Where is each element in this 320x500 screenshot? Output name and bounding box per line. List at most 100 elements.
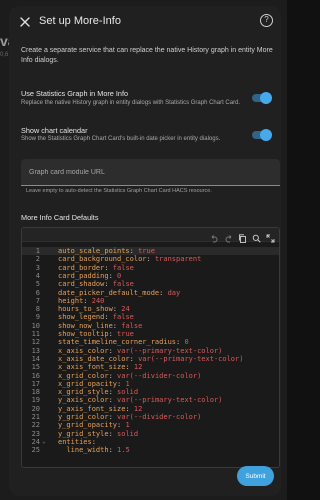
yaml-value: var(--divider-color) <box>117 413 202 421</box>
code-text: show_legend: false <box>58 313 134 321</box>
yaml-value: 12 <box>133 404 143 413</box>
yaml-colon: : <box>108 446 118 455</box>
yaml-value: solid <box>117 429 139 438</box>
code-line[interactable]: 16 x_grid_color: var(--divider-color) <box>22 372 279 380</box>
code-line[interactable]: 21 y_grid_color: var(--divider-color) <box>22 413 279 421</box>
yaml-key: date_picker_default_mode <box>58 288 160 297</box>
search-icon[interactable] <box>252 230 261 243</box>
line-number: 2 <box>35 255 40 264</box>
code-text: auto_scale_points: true <box>58 247 155 255</box>
toggle-knob <box>260 92 272 104</box>
graph-card-url-input[interactable] <box>29 166 269 179</box>
code-text: card_shadow: false <box>58 280 134 288</box>
code-line[interactable]: 8 hours_to_show: 24 <box>22 305 279 313</box>
line-number: 24 <box>31 437 40 446</box>
code-line[interactable]: 24 ⌄ entities: <box>22 438 279 446</box>
yaml-colon: : <box>108 413 118 421</box>
dialog-description: Create a separate service that can repla… <box>21 47 273 64</box>
help-icon[interactable]: ? <box>260 14 273 27</box>
code-line[interactable]: 14 x_axis_date_color: var(--primary-text-… <box>22 355 279 363</box>
code-text: entities: <box>58 438 96 446</box>
yaml-key: x_axis_font_size <box>58 363 126 372</box>
code-line[interactable]: 25 line_width: 1.5 <box>22 446 279 454</box>
expand-icon[interactable] <box>266 230 275 243</box>
code-line[interactable]: 2 card_background_color: transparent <box>22 255 279 263</box>
toggle-statistics-graph[interactable] <box>249 92 272 104</box>
code-line[interactable]: 18 x_grid_style: solid <box>22 388 279 396</box>
yaml-colon: : <box>108 429 118 438</box>
yaml-colon: : <box>108 371 118 380</box>
line-number: 1 <box>35 247 40 255</box>
yaml-code-editor[interactable]: 1 auto_scale_points: true 2 card_background… <box>21 227 280 468</box>
submit-button[interactable]: Submit <box>237 466 274 486</box>
yaml-key: x_grid_color <box>58 371 109 380</box>
code-line[interactable]: 17 x_grid_opacity: 1 <box>22 380 279 388</box>
code-line[interactable]: 22 y_grid_opacity: 1 <box>22 421 279 429</box>
url-field-helper-text: Leave empty to auto-detect the Statistic… <box>26 188 212 194</box>
line-number: 20 <box>31 404 40 413</box>
yaml-colon: : <box>125 363 134 372</box>
yaml-colon: : <box>112 305 122 314</box>
code-line[interactable]: 7 height: 240 <box>22 297 279 305</box>
yaml-colon: : <box>129 354 139 363</box>
yaml-key: y_grid_style <box>58 429 109 438</box>
code-line[interactable]: 20 y_axis_font_size: 12 <box>22 405 279 413</box>
line-number: 17 <box>31 379 40 388</box>
yaml-key: show_tooltip <box>58 330 109 338</box>
yaml-key: height <box>58 296 84 305</box>
yaml-colon: : <box>104 280 113 289</box>
code-line[interactable]: 13 x_axis_color: var(--primary-text-color… <box>22 347 279 355</box>
yaml-value: 0 <box>117 271 122 280</box>
fold-chevron-icon[interactable]: ⌄ <box>42 438 46 446</box>
code-text: x_axis_date_color: var(--primary-text-co… <box>58 355 243 363</box>
copy-icon[interactable] <box>238 230 247 243</box>
code-line[interactable]: 12 state_timeline_corner_radius: 0 <box>22 338 279 346</box>
more-info-defaults-label: More Info Card Defaults <box>21 213 99 222</box>
code-line[interactable]: 5 card_shadow: false <box>22 280 279 288</box>
redo-icon[interactable] <box>224 230 233 243</box>
code-text: show_tooltip: true <box>58 330 134 338</box>
setting-title-statistics-graph: Use Statistics Graph in More Info <box>21 89 129 98</box>
toggle-knob <box>260 129 272 141</box>
yaml-key: show_legend <box>58 313 105 322</box>
code-line[interactable]: 3 card_border: false <box>22 264 279 272</box>
background-subtitle-fragment: 0,6 <box>0 52 9 58</box>
code-line[interactable]: 9 show_legend: false <box>22 313 279 321</box>
line-number: 8 <box>35 305 40 314</box>
line-number: 4 <box>35 271 40 280</box>
code-line[interactable]: 23 y_grid_style: solid <box>22 430 279 438</box>
yaml-colon: : <box>112 321 122 330</box>
yaml-value: 240 <box>91 296 105 305</box>
code-text: date_picker_default_mode: day <box>58 289 180 297</box>
code-line[interactable]: 4 card_padding: 0 <box>22 272 279 280</box>
code-line[interactable]: 10 show_now_line: false <box>22 322 279 330</box>
code-line[interactable]: 1 auto_scale_points: true <box>22 247 279 256</box>
yaml-colon: : <box>146 255 155 264</box>
setting-title-chart-calendar: Show chart calendar <box>21 126 88 135</box>
yaml-value: true <box>138 247 155 255</box>
dialog-title: Set up More-Info <box>39 15 121 27</box>
yaml-key: line_width <box>58 446 109 455</box>
code-text: card_border: false <box>58 264 134 272</box>
yaml-key: x_axis_color <box>58 346 109 355</box>
toggle-chart-calendar[interactable] <box>249 129 272 141</box>
yaml-value: var(--primary-text-color) <box>117 396 223 405</box>
yaml-colon: : <box>159 288 168 297</box>
yaml-value: solid <box>117 388 139 397</box>
graph-card-url-field[interactable] <box>21 159 280 186</box>
code-text: y_grid_style: solid <box>58 430 138 438</box>
yaml-value: 24 <box>121 305 130 314</box>
line-number: 12 <box>31 338 40 347</box>
line-number: 16 <box>31 371 40 380</box>
code-text: line_width: 1.5 <box>58 446 129 455</box>
code-line[interactable]: 15 x_axis_font_size: 12 <box>22 363 279 371</box>
setup-more-info-dialog: Set up More-Info ? Create a separate ser… <box>9 6 281 496</box>
code-text: card_padding: 0 <box>58 272 121 280</box>
line-number: 11 <box>31 330 40 338</box>
close-icon[interactable] <box>19 15 31 27</box>
undo-icon[interactable] <box>210 230 219 243</box>
code-line[interactable]: 11 show_tooltip: true <box>22 330 279 338</box>
code-line[interactable]: 6 date_picker_default_mode: day <box>22 289 279 297</box>
code-line[interactable]: 19 y_axis_color: var(--primary-text-color… <box>22 396 279 404</box>
code-area[interactable]: 1 auto_scale_points: true 2 card_background… <box>22 247 279 467</box>
